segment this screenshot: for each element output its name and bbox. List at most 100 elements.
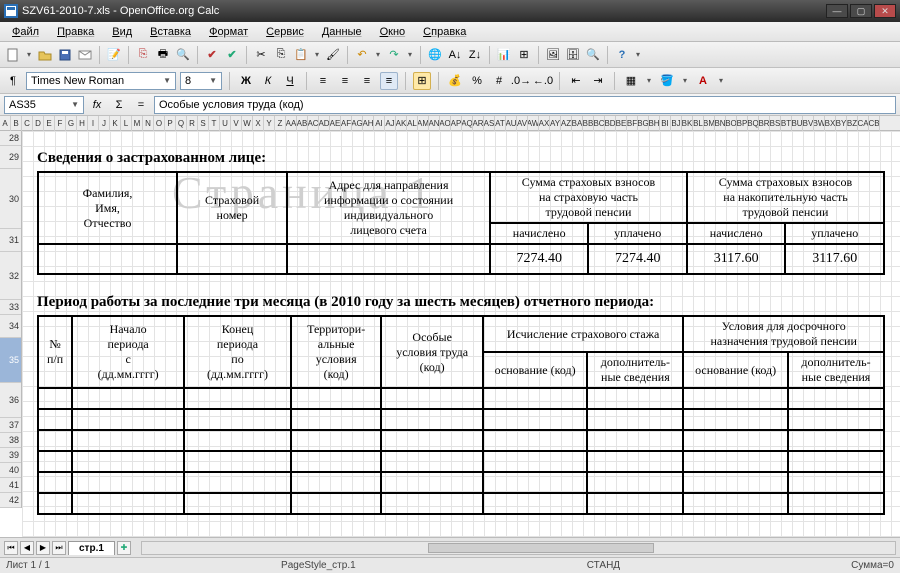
currency-icon[interactable]: 💰 <box>446 72 464 90</box>
tab-first-icon[interactable]: ⏮ <box>4 541 18 555</box>
navigator-icon[interactable]: ⊞ <box>515 46 533 64</box>
increase-indent-icon[interactable]: ⇥ <box>589 72 607 90</box>
print-preview-icon[interactable]: 🔍 <box>174 46 192 64</box>
tab-prev-icon[interactable]: ◀ <box>20 541 34 555</box>
merge-cells-icon[interactable]: ⊞ <box>413 72 431 90</box>
table-row[interactable] <box>38 493 884 514</box>
menu-edit[interactable]: Правка <box>49 24 102 40</box>
cell-addr[interactable] <box>287 244 490 274</box>
font-name-combo[interactable]: Times New Roman▼ <box>26 72 176 90</box>
dropdown-icon[interactable]: ▾ <box>373 46 383 64</box>
open-icon[interactable] <box>36 46 54 64</box>
email-icon[interactable] <box>76 46 94 64</box>
copy-icon[interactable]: ⎘ <box>272 46 290 64</box>
status-sum[interactable]: Сумма=0 <box>851 560 894 571</box>
zoom-icon[interactable]: 🔍 <box>584 46 602 64</box>
cell-s-upl[interactable]: 7274.40 <box>588 244 687 274</box>
spreadsheet-grid[interactable]: ABCDEFGHIJKLMNOPQRSTUVWXYZAAABACADAEAFAG… <box>0 116 900 537</box>
dropdown-icon[interactable]: ▾ <box>633 46 643 64</box>
export-pdf-icon[interactable]: ⎘ <box>134 46 152 64</box>
hyperlink-icon[interactable]: 🌐 <box>426 46 444 64</box>
menu-data[interactable]: Данные <box>314 24 370 40</box>
dropdown-icon[interactable]: ▾ <box>716 72 726 90</box>
status-pagestyle[interactable]: PageStyle_стр.1 <box>281 560 356 571</box>
fontcolor-icon[interactable]: A <box>694 72 712 90</box>
align-center-icon[interactable]: ≡ <box>336 72 354 90</box>
col-fio: Фамилия, Имя, Отчество <box>38 172 177 244</box>
sheet-tab[interactable]: стр.1 <box>68 541 115 555</box>
dropdown-icon[interactable]: ▾ <box>405 46 415 64</box>
menu-window[interactable]: Окно <box>372 24 414 40</box>
cell-n-nach[interactable]: 3117.60 <box>687 244 786 274</box>
table-row[interactable] <box>38 388 884 409</box>
menu-help[interactable]: Справка <box>415 24 474 40</box>
menu-format[interactable]: Формат <box>201 24 256 40</box>
italic-icon[interactable]: К <box>259 72 277 90</box>
bold-icon[interactable]: Ж <box>237 72 255 90</box>
print-icon[interactable]: 🖶 <box>154 46 172 64</box>
save-icon[interactable] <box>56 46 74 64</box>
table-row[interactable] <box>38 430 884 451</box>
dropdown-icon[interactable]: ▾ <box>644 72 654 90</box>
tab-last-icon[interactable]: ⏭ <box>52 541 66 555</box>
font-size-combo[interactable]: 8▼ <box>180 72 222 90</box>
spellcheck-icon[interactable]: ✔ <box>203 46 221 64</box>
undo-icon[interactable]: ↶ <box>353 46 371 64</box>
edit-doc-icon[interactable]: 📝 <box>105 46 123 64</box>
cell-snum[interactable] <box>177 244 287 274</box>
menu-file[interactable]: Файл <box>4 24 47 40</box>
add-sheet-icon[interactable]: ✚ <box>117 541 131 555</box>
statusbar: Лист 1 / 1 PageStyle_стр.1 СТАНД Сумма=0 <box>0 557 900 573</box>
gallery-icon[interactable]: 🖼 <box>544 46 562 64</box>
cell-s-nach[interactable]: 7274.40 <box>490 244 589 274</box>
sort-desc-icon[interactable]: Z↓ <box>466 46 484 64</box>
add-decimal-icon[interactable]: .0→ <box>512 72 530 90</box>
menu-tools[interactable]: Сервис <box>258 24 312 40</box>
formula-input[interactable]: Особые условия труда (код) <box>154 96 896 114</box>
new-doc-icon[interactable] <box>4 46 22 64</box>
table-row[interactable] <box>38 451 884 472</box>
styles-icon[interactable]: ¶ <box>4 72 22 90</box>
bgcolor-icon[interactable]: 🪣 <box>658 72 676 90</box>
dropdown-icon[interactable]: ▾ <box>312 46 322 64</box>
status-mode[interactable]: СТАНД <box>587 560 620 571</box>
table-row[interactable] <box>38 409 884 430</box>
column-headers[interactable]: ABCDEFGHIJKLMNOPQRSTUVWXYZAAABACADAEAFAG… <box>0 116 900 131</box>
align-justify-icon[interactable]: ≡ <box>380 72 398 90</box>
cut-icon[interactable]: ✂ <box>252 46 270 64</box>
redo-icon[interactable]: ↷ <box>385 46 403 64</box>
dropdown-icon[interactable]: ▾ <box>680 72 690 90</box>
chart-icon[interactable]: 📊 <box>495 46 513 64</box>
underline-icon[interactable]: Ч <box>281 72 299 90</box>
maximize-button[interactable]: ▢ <box>850 4 872 18</box>
row-headers[interactable]: 282930313233343536373839404142 <box>0 131 22 508</box>
percent-icon[interactable]: % <box>468 72 486 90</box>
datasources-icon[interactable]: 🗄 <box>564 46 582 64</box>
number-format-icon[interactable]: # <box>490 72 508 90</box>
function-wizard-icon[interactable]: fx <box>88 96 106 114</box>
sum-icon[interactable]: Σ <box>110 96 128 114</box>
align-left-icon[interactable]: ≡ <box>314 72 332 90</box>
menu-view[interactable]: Вид <box>104 24 140 40</box>
cell-fio[interactable] <box>38 244 177 274</box>
align-right-icon[interactable]: ≡ <box>358 72 376 90</box>
help-icon[interactable]: ? <box>613 46 631 64</box>
menu-insert[interactable]: Вставка <box>142 24 199 40</box>
borders-icon[interactable]: ▦ <box>622 72 640 90</box>
cell-n-upl[interactable]: 3117.60 <box>785 244 884 274</box>
auto-spellcheck-icon[interactable]: ✔ <box>223 46 241 64</box>
remove-decimal-icon[interactable]: ←.0 <box>534 72 552 90</box>
tab-next-icon[interactable]: ▶ <box>36 541 50 555</box>
table-row[interactable] <box>38 472 884 493</box>
scrollbar-thumb[interactable] <box>428 543 654 553</box>
format-paintbrush-icon[interactable]: 🖌 <box>324 46 342 64</box>
horizontal-scrollbar[interactable] <box>141 541 896 555</box>
sort-asc-icon[interactable]: A↓ <box>446 46 464 64</box>
minimize-button[interactable]: — <box>826 4 848 18</box>
equals-icon[interactable]: = <box>132 96 150 114</box>
close-button[interactable]: ✕ <box>874 4 896 18</box>
decrease-indent-icon[interactable]: ⇤ <box>567 72 585 90</box>
dropdown-icon[interactable]: ▾ <box>24 46 34 64</box>
paste-icon[interactable]: 📋 <box>292 46 310 64</box>
name-box[interactable]: AS35▼ <box>4 96 84 114</box>
